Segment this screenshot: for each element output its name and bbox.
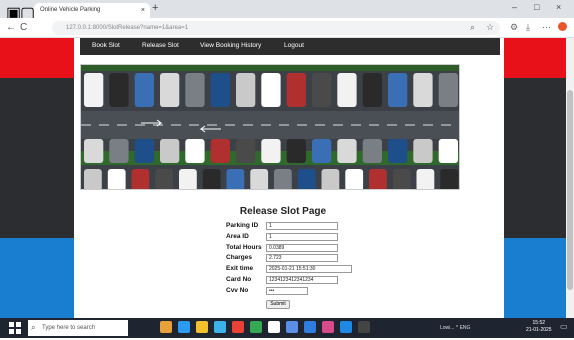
new-tab-button[interactable]: + (152, 2, 158, 14)
field-label: Exit time (226, 265, 254, 273)
taskbar-app-icon[interactable] (340, 321, 352, 333)
scrollbar-thumb[interactable] (567, 90, 573, 290)
nav-book-slot[interactable]: Book Slot (92, 42, 120, 49)
submit-button[interactable]: Submit (266, 300, 290, 309)
window-minimize-button[interactable]: – (512, 2, 517, 12)
field-input[interactable]: 0.0389 (266, 243, 338, 252)
notification-icon[interactable]: ▭ (560, 322, 568, 331)
favorite-star-icon[interactable]: ☆ (486, 22, 494, 33)
taskbar-app-icon[interactable] (286, 321, 298, 333)
field-input[interactable]: 1234123412341234 (266, 276, 338, 284)
field-label: Charges (226, 254, 253, 262)
field-input[interactable]: 2.723 (266, 254, 338, 263)
taskbar-app-icon[interactable] (304, 321, 316, 333)
field-input[interactable]: ••• (266, 286, 308, 295)
search-icon[interactable]: ⌕ (470, 22, 475, 33)
field-label: Card No (226, 276, 252, 283)
browser-tab[interactable]: Online Vehicle Parking × (34, 3, 150, 18)
parking-lot-banner-image (80, 64, 460, 190)
window-maximize-button[interactable]: □ (534, 2, 539, 12)
tab-close-icon[interactable]: × (141, 3, 145, 18)
form-title: Release Slot Page (239, 206, 327, 217)
taskbar-app-icon[interactable] (250, 321, 262, 333)
nav-view-booking-history[interactable]: View Booking History (200, 42, 261, 49)
nav-logout[interactable]: Logout (284, 42, 304, 49)
clock-date: 21-01-2025 (526, 327, 552, 333)
field-label: Parking ID (226, 222, 259, 229)
field-input[interactable]: 1 (266, 232, 338, 241)
taskbar-app-icon[interactable] (322, 321, 334, 333)
nav-release-slot[interactable]: Release Slot (142, 42, 179, 49)
tab-title: Online Vehicle Parking (40, 7, 101, 13)
profile-avatar[interactable] (558, 22, 567, 31)
reload-button[interactable]: C (20, 22, 27, 33)
field-input[interactable]: 2025-01-21 15:51:30 (266, 265, 352, 274)
taskbar-search-input[interactable]: Type here to search (28, 320, 128, 336)
downloads-icon[interactable]: ⤓ (526, 22, 530, 33)
taskbar-app-icon[interactable] (160, 321, 172, 333)
more-menu-icon[interactable]: ⋯ (542, 22, 551, 33)
field-input[interactable]: 1 (266, 222, 338, 230)
field-label: Total Hours (226, 243, 262, 251)
taskbar-app-icon[interactable] (232, 321, 244, 333)
field-label: Area ID (226, 232, 249, 240)
extensions-icon[interactable]: ⚙ (510, 22, 518, 33)
taskbar-app-icon[interactable] (268, 321, 280, 333)
taskbar-app-icon[interactable] (178, 321, 190, 333)
taskbar-app-icon[interactable] (196, 321, 208, 333)
url-input[interactable]: 127.0.0.1:8000/SlotRelease?name=1&area=1 (52, 21, 500, 35)
web-page: Book Slot Release Slot View Booking Hist… (0, 38, 566, 318)
taskbar-app-icon[interactable] (358, 321, 370, 333)
clock-time: 15:52 (532, 320, 546, 326)
system-tray[interactable]: Lowi... ^ ENG (440, 325, 470, 331)
field-label: Cvv No (226, 286, 249, 294)
window-close-button[interactable]: × (556, 2, 561, 12)
taskbar-clock[interactable]: 15:52 21-01-2025 (526, 320, 552, 334)
back-button[interactable]: ← (6, 22, 16, 33)
windows-start-icon[interactable] (8, 321, 22, 335)
search-icon: ⌕ (31, 323, 36, 332)
taskbar-app-icon[interactable] (214, 321, 226, 333)
